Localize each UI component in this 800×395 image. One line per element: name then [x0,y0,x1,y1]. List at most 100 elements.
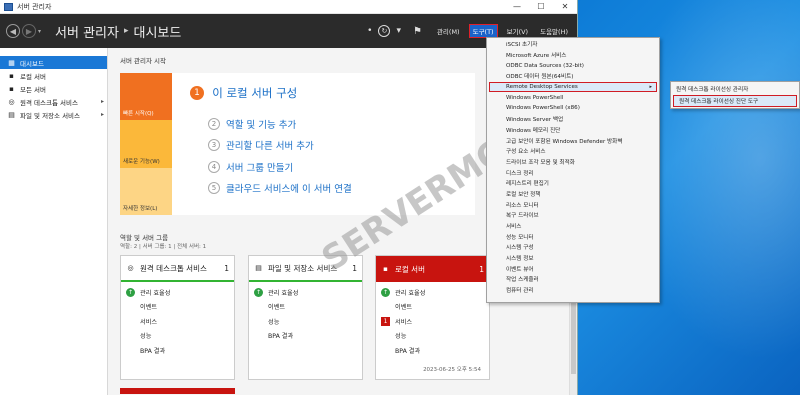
menu-help[interactable]: 도움말(H) [537,25,571,37]
role-card-count: 1 [224,263,229,273]
forward-arrow-icon[interactable]: ▶ [22,24,36,38]
step-link[interactable]: 클라우드 서비스에 이 서버 연결 [226,181,352,195]
step-link[interactable]: 역할 및 기능 추가 [226,117,296,131]
headline-link[interactable]: 이 로컬 서버 구성 [212,86,297,100]
breadcrumb-app[interactable]: 서버 관리자 [55,22,119,41]
tile-learn-more[interactable]: 자세한 정보(L) [120,167,172,215]
tile-whats-new[interactable]: 새로운 기능(W) [120,120,172,168]
refresh-icon[interactable]: ↻ [378,25,391,37]
sidebar-item-label: 로컬 서버 [20,72,46,81]
role-row[interactable]: BPA 결과 [249,329,362,344]
role-card-title: 로컬 서버 [395,264,425,274]
tools-menu-item[interactable]: 컴퓨터 관리 [487,285,659,296]
tools-menu-item[interactable]: ODBC Data Sources (32-bit) [487,60,659,71]
maximize-button[interactable]: ☐ [529,2,553,11]
tools-menu-item[interactable]: 시스템 정보 [487,253,659,264]
role-row-label: 성능 [268,318,280,326]
role-row[interactable]: 이벤트 [376,300,489,315]
tools-menu-item-remote-desktop-services[interactable]: Remote Desktop Services ▸ [489,81,657,93]
role-row[interactable]: BPA 결과 [121,343,234,358]
role-card-local-server[interactable]: ▪ 로컬 서버 1 ↑ 관리 효율성 이벤트 1 서비스 성능 BPA 결과 202… [375,255,490,380]
tools-menu-item[interactable]: 성능 모니터 [487,231,659,242]
chevron-down-icon[interactable]: ▾ [38,28,41,35]
tools-menu-item[interactable]: 시스템 구성 [487,242,659,253]
step-item[interactable]: 4 서버 그룹 만들기 [190,156,352,178]
role-card-file-storage[interactable]: ▤ 파일 및 저장소 서비스 1 ↑ 관리 효율성 이벤트 성능 BPA 결과 [248,255,363,380]
tools-menu-item[interactable]: 작업 스케줄러 [487,274,659,285]
page-title: 대시보드 [133,25,182,41]
role-row[interactable]: 1 서비스 [376,314,489,329]
menu-manage[interactable]: 관리(M) [434,25,463,37]
tools-menu-item[interactable]: 드라이브 조각 모음 및 최적화 [487,157,659,168]
sidebar-item-all-servers[interactable]: ▪ 모든 서버 [0,82,107,95]
tools-menu-item[interactable]: Windows 메모리 진단 [487,125,659,136]
tools-menu-item[interactable]: Windows PowerShell [487,92,659,103]
role-card-header[interactable]: ▪ 로컬 서버 1 [376,256,489,282]
sidebar-item-dashboard[interactable]: ▦ 대시보드 [0,56,107,69]
chevron-down-icon[interactable]: ▾ [396,26,401,36]
role-row[interactable]: 서비스 [121,314,234,329]
minimize-button[interactable]: — [505,2,529,11]
refresh-timestamp: 2023-06-25 오후 5:54 [423,367,481,373]
close-button[interactable]: ✕ [553,2,577,11]
notification-flag-icon[interactable]: ⚑ [413,26,422,37]
role-row[interactable]: 성능 [376,329,489,344]
dropdown-dot-icon[interactable]: • [367,26,372,36]
role-row[interactable]: 성능 [121,329,234,344]
tools-menu-item[interactable]: ODBC 데이터 원본(64비트) [487,71,659,82]
menu-view[interactable]: 보기(V) [504,25,531,37]
status-badge [254,302,263,311]
tools-menu-item[interactable]: 레지스트리 편집기 [487,178,659,189]
status-badge [126,331,135,340]
submenu-item-licensing-diagnoser[interactable]: 원격 데스크톱 라이선싱 진단 도구 [673,95,797,107]
tile-label: 새로운 기능(W) [123,158,160,165]
role-row[interactable]: ↑ 관리 효율성 [249,285,362,300]
role-row-label: 이벤트 [140,304,158,312]
tile-quick-start[interactable]: 빠른 시작(Q) [120,73,172,121]
role-row[interactable]: 이벤트 [121,300,234,315]
sidebar: ▦ 대시보드 ▪ 로컬 서버 ▪ 모든 서버 ◎ 원격 데스크톱 서비스 ▸ ▤… [0,48,108,395]
tools-menu-item[interactable]: iSCSI 초기자 [487,39,659,50]
role-row[interactable]: 이벤트 [249,300,362,315]
status-badge [381,302,390,311]
role-row-label: 서비스 [140,318,158,326]
step-item[interactable]: 3 관리할 다른 서버 추가 [190,135,352,157]
status-up-icon: ↑ [254,287,263,297]
tools-menu-item[interactable]: 로컬 보안 정책 [487,189,659,200]
role-row[interactable]: 성능 [249,314,362,329]
role-row[interactable]: ↑ 관리 효율성 [376,285,489,300]
tools-menu-item[interactable]: 이벤트 뷰어 [487,263,659,274]
chevron-right-icon[interactable]: ▸ [101,111,104,118]
step-item[interactable]: 2 역할 및 기능 추가 [190,113,352,135]
sidebar-item-remote-desktop[interactable]: ◎ 원격 데스크톱 서비스 ▸ [0,95,107,108]
sidebar-item-file-storage[interactable]: ▤ 파일 및 저장소 서비스 ▸ [0,108,107,121]
tools-menu-item[interactable]: Windows Server 백업 [487,114,659,125]
tools-menu-item[interactable]: 구성 요소 서비스 [487,146,659,157]
role-card-header[interactable]: ◎ 원격 데스크톱 서비스 1 [121,256,234,282]
step-number: 1 [190,86,204,100]
step-item[interactable]: 5 클라우드 서비스에 이 서버 연결 [190,178,352,200]
tools-menu-item[interactable]: 리소스 모니터 [487,199,659,210]
tools-menu-item[interactable]: 복구 드라이브 [487,210,659,221]
submenu-item-licensing-manager[interactable]: 원격 데스크톱 라이선싱 관리자 [671,83,799,95]
start-tiles: 빠른 시작(Q) 새로운 기능(W) 자세한 정보(L) [120,73,172,215]
role-card-header[interactable]: ▤ 파일 및 저장소 서비스 1 [249,256,362,282]
chevron-right-icon[interactable]: ▸ [101,98,104,105]
role-card-title: 파일 및 저장소 서비스 [268,263,338,273]
tools-menu-item[interactable]: 고급 보안이 포함된 Windows Defender 방화벽 [487,135,659,146]
role-card-remote-desktop[interactable]: ◎ 원격 데스크톱 서비스 1 ↑ 관리 효율성 이벤트 서비스 성능 BPA 결… [120,255,235,380]
back-arrow-icon[interactable]: ◀ [6,24,20,38]
sidebar-item-local-server[interactable]: ▪ 로컬 서버 [0,69,107,82]
step-link[interactable]: 관리할 다른 서버 추가 [226,138,314,152]
role-row[interactable]: BPA 결과 [376,343,489,358]
role-row[interactable]: ↑ 관리 효율성 [121,285,234,300]
tools-menu-item[interactable]: 디스크 정리 [487,167,659,178]
status-up-icon: ↑ [381,287,390,297]
remote-desktop-icon: ◎ [127,264,134,272]
menu-tools[interactable]: 도구(T) [468,24,498,38]
tools-menu-item[interactable]: 서비스 [487,221,659,232]
tools-menu-item[interactable]: Windows PowerShell (x86) [487,103,659,114]
tools-menu-item[interactable]: Microsoft Azure 서비스 [487,50,659,61]
headline[interactable]: 1 이 로컬 서버 구성 [190,85,352,101]
step-link[interactable]: 서버 그룹 만들기 [226,160,293,174]
